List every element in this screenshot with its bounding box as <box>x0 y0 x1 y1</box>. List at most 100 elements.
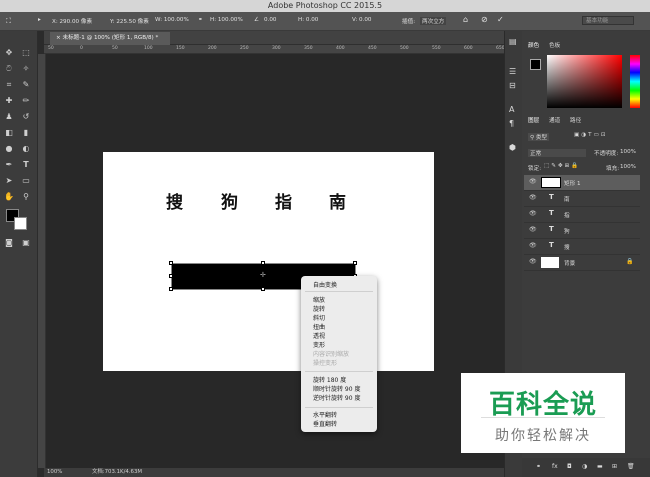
new-group-icon[interactable]: ▬ <box>597 463 603 470</box>
brush-tool-icon[interactable]: ✏ <box>19 95 33 106</box>
width-field[interactable]: W: 100.00% <box>155 17 189 23</box>
layer-filter-icons[interactable]: ▣◑T▭⊡ <box>574 132 608 138</box>
menu-item-perspective[interactable]: 透视 <box>313 331 325 340</box>
reference-point-icon[interactable]: ▸ <box>38 17 41 23</box>
commit-transform-icon[interactable]: ✓ <box>497 15 504 24</box>
eye-icon[interactable]: 👁 <box>529 194 537 201</box>
menu-item-flip-horizontal[interactable]: 水平翻转 <box>313 410 337 419</box>
menu-item-rotate-180[interactable]: 旋转 180 度 <box>313 375 346 384</box>
transform-handle[interactable] <box>261 287 265 291</box>
path-selection-tool-icon[interactable]: ➤ <box>2 175 16 186</box>
layer-row-rectangle[interactable]: 👁 矩形 1 <box>524 175 640 191</box>
link-layers-icon[interactable]: ⚭ <box>536 463 541 470</box>
document-tab[interactable]: × 未标题-1 @ 100% (矩形 1, RGB/8) * <box>50 32 170 45</box>
layer-row-background[interactable]: 👁 背景 🔒 <box>524 255 640 271</box>
cancel-transform-icon[interactable]: ⊘ <box>481 15 488 24</box>
adjustment-layer-icon[interactable]: ◑ <box>582 463 587 470</box>
eye-icon[interactable]: 👁 <box>529 210 537 217</box>
workspace-select[interactable]: 基本功能 <box>582 16 634 25</box>
screen-mode-icon[interactable]: ▣ <box>19 237 33 248</box>
transform-handle[interactable] <box>169 261 173 265</box>
eye-icon[interactable]: 👁 <box>529 178 537 185</box>
adjustments-panel-icon[interactable]: ☰ <box>509 67 516 76</box>
zoom-tool-icon[interactable]: ⚲ <box>19 191 33 202</box>
3d-panel-icon[interactable]: ⬢ <box>509 143 516 152</box>
tab-paths[interactable]: 路径 <box>570 116 581 124</box>
quick-mask-icon[interactable]: ◙ <box>2 237 16 248</box>
healing-brush-tool-icon[interactable]: ✚ <box>2 95 16 106</box>
blend-mode-select[interactable]: 正常 <box>528 149 586 157</box>
document-size[interactable]: 文档:703.1K/4.63M <box>92 468 142 477</box>
eyedropper-tool-icon[interactable]: ✎ <box>19 79 33 90</box>
eraser-tool-icon[interactable]: ◧ <box>2 127 16 138</box>
properties-panel-icon[interactable]: ⊟ <box>509 81 516 90</box>
add-mask-icon[interactable]: ◘ <box>567 463 572 470</box>
blur-tool-icon[interactable]: ● <box>2 143 16 154</box>
new-layer-icon[interactable]: ⊞ <box>612 463 617 470</box>
menu-item-warp[interactable]: 变形 <box>313 340 325 349</box>
warp-mode-icon[interactable]: ⌂ <box>463 15 468 24</box>
vskew-field[interactable]: V: 0.00 <box>352 17 372 23</box>
transform-handle[interactable] <box>353 261 357 265</box>
angle-field[interactable]: 0.00 <box>264 17 276 23</box>
transform-handle[interactable] <box>261 261 265 265</box>
hskew-field[interactable]: H: 0.00 <box>298 17 318 23</box>
crop-tool-icon[interactable]: ⌗ <box>2 79 16 90</box>
document-canvas[interactable] <box>103 152 434 371</box>
height-field[interactable]: H: 100.00% <box>210 17 243 23</box>
opacity-field[interactable]: 100% <box>620 149 636 155</box>
marquee-tool-icon[interactable]: ⬚ <box>19 47 33 58</box>
eye-icon[interactable]: 👁 <box>529 258 537 265</box>
menu-item-free-transform[interactable]: 自由变换 <box>313 280 337 289</box>
magic-wand-tool-icon[interactable]: ✧ <box>19 63 33 74</box>
dodge-tool-icon[interactable]: ◐ <box>19 143 33 154</box>
layer-row-text[interactable]: 👁 T 南 <box>524 191 640 207</box>
menu-item-rotate-90-ccw[interactable]: 逆时针旋转 90 度 <box>313 393 360 402</box>
hue-slider[interactable] <box>630 55 640 108</box>
stamp-tool-icon[interactable]: ♟ <box>2 111 16 122</box>
move-tool-icon[interactable]: ✥ <box>2 47 16 58</box>
transform-handle[interactable] <box>169 287 173 291</box>
hand-tool-icon[interactable]: ✋ <box>2 191 16 202</box>
horizontal-ruler[interactable]: 50 0 50 100 150 200 250 300 350 400 450 500 550 600 65… <box>44 45 505 54</box>
vertical-ruler[interactable] <box>38 54 46 468</box>
transform-center-icon[interactable]: ✛ <box>260 271 266 279</box>
fx-icon[interactable]: fx <box>552 463 558 470</box>
rectangle-tool-icon[interactable]: ▭ <box>19 175 33 186</box>
transform-handle[interactable] <box>169 274 173 278</box>
layer-row-text[interactable]: 👁 T 指 <box>524 207 640 223</box>
menu-item-skew[interactable]: 斜切 <box>313 313 325 322</box>
tab-channels[interactable]: 通道 <box>549 116 560 124</box>
menu-item-flip-vertical[interactable]: 垂直翻转 <box>313 419 337 428</box>
lock-icons[interactable]: ⬚✎✥⊞🔒 <box>544 163 580 169</box>
menu-item-scale[interactable]: 缩放 <box>313 295 325 304</box>
tab-layers[interactable]: 图层 <box>528 116 539 124</box>
eye-icon[interactable]: 👁 <box>529 226 537 233</box>
link-icon[interactable]: ⚭ <box>198 17 203 23</box>
color-picker-field[interactable] <box>547 55 622 108</box>
transform-tool-icon[interactable]: ⛶ <box>6 17 11 26</box>
menu-item-rotate-90-cw[interactable]: 顺时针旋转 90 度 <box>313 384 360 393</box>
menu-item-rotate[interactable]: 旋转 <box>313 304 325 313</box>
paragraph-panel-icon[interactable]: ¶ <box>509 119 514 128</box>
tab-swatches[interactable]: 色板 <box>549 41 560 49</box>
history-brush-tool-icon[interactable]: ↺ <box>19 111 33 122</box>
history-panel-icon[interactable]: ▤ <box>509 37 517 46</box>
background-color-swatch[interactable] <box>14 217 27 230</box>
layer-row-text[interactable]: 👁 T 狗 <box>524 223 640 239</box>
gradient-tool-icon[interactable]: ▮ <box>19 127 33 138</box>
character-panel-icon[interactable]: A <box>509 105 514 114</box>
interpolation-select[interactable]: 两次立方 <box>420 17 447 25</box>
layer-filter-select[interactable]: ⚲ 类型 <box>528 133 550 141</box>
y-field[interactable]: Y: 225.50 像素 <box>110 17 149 25</box>
type-tool-icon[interactable]: T <box>19 159 33 170</box>
eye-icon[interactable]: 👁 <box>529 242 537 249</box>
layer-row-text[interactable]: 👁 T 搜 <box>524 239 640 255</box>
x-field[interactable]: X: 290.00 像素 <box>52 17 92 25</box>
panel-foreground-swatch[interactable] <box>530 59 541 70</box>
fill-field[interactable]: 100% <box>620 164 636 170</box>
tab-color[interactable]: 颜色 <box>528 41 539 49</box>
pen-tool-icon[interactable]: ✒ <box>2 159 16 170</box>
zoom-level[interactable]: 100% <box>47 468 62 477</box>
lasso-tool-icon[interactable]: ට <box>2 63 16 74</box>
